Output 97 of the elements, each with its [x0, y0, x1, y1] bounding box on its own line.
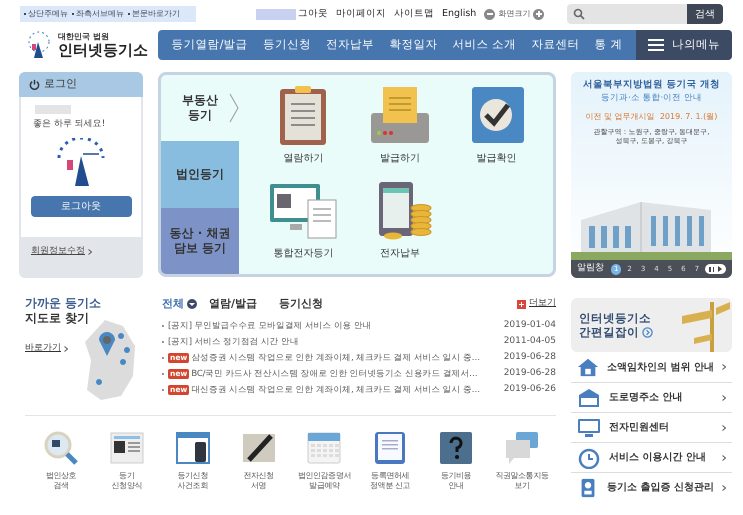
my-menu-button[interactable]: 나의메뉴	[636, 30, 732, 60]
logout-button[interactable]: 로그아웃	[30, 196, 132, 216]
map-title: 가까운 등기소 지도로 찾기	[25, 296, 102, 326]
skip-link[interactable]: 상단주메뉴	[24, 8, 68, 20]
newspaper-icon	[108, 430, 145, 466]
notice-link[interactable]: [공지] 서비스 정기점검 시간 안내	[168, 336, 466, 348]
quick-service-link[interactable]: 법인인감증명서 발급예약	[292, 430, 356, 491]
info-link[interactable]: 소액임차인의 범위 안내	[571, 352, 732, 382]
member-info-link[interactable]: 회원정보수정	[31, 245, 92, 258]
top-link[interactable]: English	[442, 6, 476, 22]
arrow-circle-icon	[642, 326, 653, 338]
login-title: 로그인	[44, 76, 77, 92]
search-button[interactable]: 검색	[687, 4, 723, 24]
chevron-right-icon	[722, 424, 726, 430]
chevron-right-icon	[722, 364, 726, 370]
service-link[interactable]: 발급하기	[352, 85, 448, 177]
guide-banner[interactable]: 인터넷등기소 간편길잡이	[571, 298, 732, 352]
notice-date: 2011-04-05	[504, 335, 556, 348]
pager-label: 알림창	[577, 262, 604, 276]
quick-service-link[interactable]: 등기비용 안내	[424, 430, 488, 491]
blurred-username	[35, 105, 71, 114]
quick-service-link[interactable]: 법인상호 검색	[29, 430, 93, 491]
zoom-in-icon[interactable]	[533, 8, 544, 20]
pause-play-control[interactable]	[705, 264, 726, 274]
info-link[interactable]: 도로명주소 안내	[571, 382, 732, 412]
speech-bubble-icon	[504, 430, 540, 466]
notice-date: 2019-01-04	[504, 319, 556, 332]
banner-date: 이전 및 업무개시일 2019. 7. 1.(월)	[586, 111, 718, 123]
search-field[interactable]	[567, 4, 687, 24]
nav-item[interactable]: 확정일자	[389, 36, 438, 54]
notice-date: 2019-06-28	[504, 367, 556, 380]
chevron-right-icon	[722, 394, 726, 400]
quick-service-link[interactable]: 직권말소통지등 보기	[490, 430, 554, 491]
top-link[interactable]: 그아웃	[298, 6, 328, 22]
alarm-clock-icon	[577, 446, 601, 468]
blurred-username	[256, 8, 296, 20]
address-sign-icon	[577, 386, 601, 408]
category-tab[interactable]: 동산 · 채권 담보 등기	[161, 208, 239, 274]
nav-item[interactable]: 등기열람/발급	[172, 36, 248, 54]
monitor-icon	[577, 416, 601, 438]
quick-service-link[interactable]: 전자신청 서명	[226, 430, 291, 491]
logo-title: 인터넷등기소	[58, 42, 148, 58]
notice-link[interactable]: [공지] 무인발급수수료 모바일결제 서비스 이용 안내	[168, 320, 466, 332]
info-link[interactable]: 전자민원센터	[571, 412, 732, 442]
nav-item[interactable]: 통 계	[594, 36, 622, 54]
font-size-label: 화면크기	[498, 8, 530, 20]
service-link[interactable]: 통합전자등기	[255, 180, 352, 272]
nav-item[interactable]: 등기신청	[262, 36, 311, 54]
calendar-icon	[306, 430, 342, 466]
guide-title: 인터넷등기소	[579, 310, 652, 325]
info-link[interactable]: 등기소 출입증 신청관리	[571, 472, 732, 502]
question-mark-icon	[438, 430, 474, 466]
banner-subtitle: 등기과·소 통합·이전 안내	[601, 92, 702, 105]
chevron-right-icon	[88, 248, 92, 255]
power-icon	[29, 79, 40, 90]
house-icon	[577, 356, 600, 378]
notice-date: 2019-06-26	[504, 383, 556, 396]
zoom-out-icon[interactable]	[484, 8, 496, 20]
category-tab[interactable]: 법인등기	[161, 141, 239, 208]
notice-tab[interactable]: 등기신청	[279, 296, 324, 312]
shortcut-link[interactable]: 바로가기	[25, 342, 75, 356]
notice-tab[interactable]: 열람/발급	[209, 296, 258, 312]
nav-item[interactable]: 서비스 소개	[452, 36, 516, 54]
plus-icon	[517, 300, 526, 308]
quick-service-link[interactable]: 등기 신청양식	[94, 430, 159, 491]
guide-subtitle: 간편길잡이	[579, 325, 639, 340]
chevron-right-icon	[722, 484, 726, 490]
chevron-right-icon	[64, 346, 68, 352]
notice-link[interactable]: 삼성증권 시스템 작업으로 인한 계좌이체, 체크카드 결제 서비스 일시 중…	[191, 352, 490, 364]
category-tab[interactable]: 부동산 등기	[161, 75, 239, 142]
menu-icon	[648, 39, 664, 51]
notice-tab[interactable]: 전체	[162, 296, 197, 312]
nav-item[interactable]: 전자납부	[326, 36, 374, 54]
nav-item[interactable]: 자료센터	[531, 36, 580, 54]
browser-window-icon	[174, 430, 211, 466]
notice-link[interactable]: BC/국민 카드사 전산시스템 장애로 인한 인터넷등기소 신용카드 결제서…	[191, 368, 490, 380]
search-icon	[573, 8, 585, 20]
skip-link[interactable]: 본문바로가기	[128, 8, 180, 20]
notice-date: 2019-06-28	[504, 351, 556, 364]
info-link[interactable]: 서비스 이용시간 안내	[571, 442, 732, 472]
skip-link[interactable]: 좌측서브메뉴	[72, 8, 124, 20]
greeting-text: 좋은 하루 되세요!	[33, 118, 106, 131]
chevron-right-icon	[722, 454, 726, 460]
banner-title: 서울북부지방법원 등기국 개청	[583, 78, 720, 92]
service-link[interactable]: 열람하기	[255, 85, 352, 177]
dropdown-icon	[187, 299, 197, 309]
magnifier-icon	[43, 430, 79, 466]
quick-service-link[interactable]: 등기신청 사건조회	[160, 430, 225, 491]
more-link[interactable]: 더보기	[517, 297, 556, 311]
top-link[interactable]: 마이페이지	[336, 6, 386, 22]
top-link[interactable]: 사이트맵	[394, 6, 434, 22]
notice-link[interactable]: 대신증권 시스템 작업으로 인한 계좌이체, 체크카드 결제 서비스 일시 중…	[191, 384, 490, 396]
service-link[interactable]: 발급확인	[448, 85, 545, 177]
logo-subtitle: 대한민국 법원	[58, 32, 110, 40]
chevron-icon	[229, 93, 239, 124]
service-link[interactable]: 전자납부	[352, 180, 448, 272]
quick-service-link[interactable]: 등록면허세 정액분 신고	[358, 430, 422, 491]
